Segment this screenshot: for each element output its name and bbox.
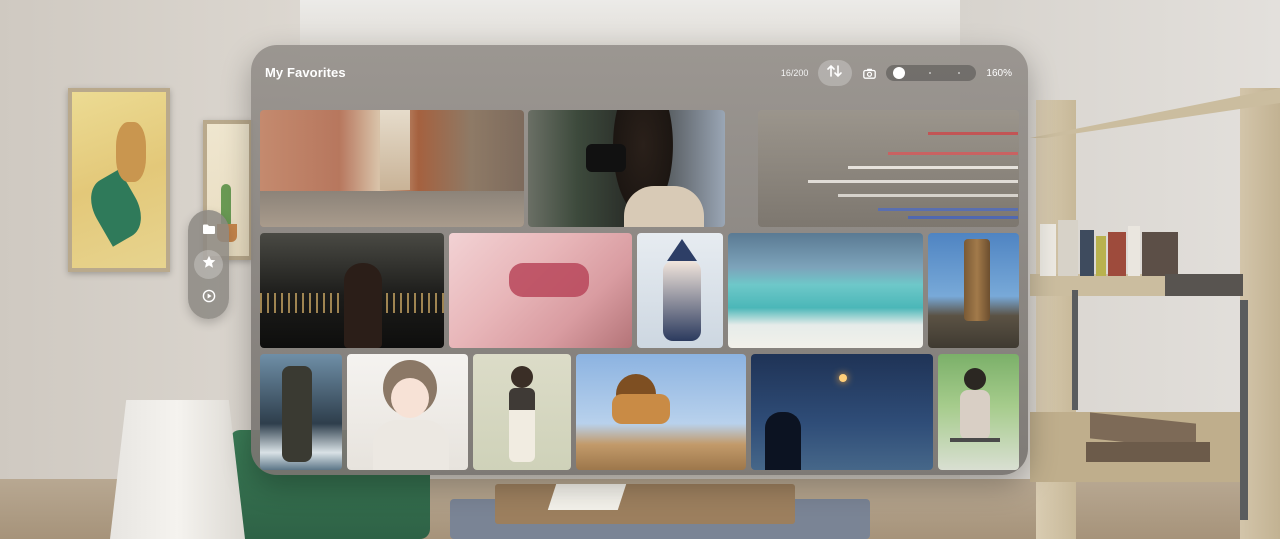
wall-art-large [68,88,170,272]
photo-girl-bicycle[interactable] [938,354,1019,470]
zoom-slider-knob[interactable] [893,67,906,79]
lamp [110,400,245,539]
photo-count: 16/200 [780,68,809,78]
photo-jets-airshow[interactable] [758,110,1019,227]
sort-button[interactable] [818,60,853,86]
folder-button[interactable] [194,216,223,245]
photo-photographer-camera[interactable] [528,110,725,227]
photo-night-city-silhouette[interactable] [260,233,444,348]
toolbar: 16/200 160% [781,59,1012,87]
sort-arrows-icon [827,64,843,83]
zoom-level: 160% [986,67,1012,79]
star-icon [202,255,216,274]
zoom-slider[interactable] [886,65,977,81]
camera-icon[interactable] [862,66,876,80]
photo-rock-pillar[interactable] [928,233,1019,348]
gallery-window: My Favorites 16/200 160% [251,45,1028,475]
photo-beach-ocean[interactable] [728,233,923,348]
slideshow-button[interactable] [194,284,223,313]
window-title: My Favorites [265,65,346,80]
play-circle-icon [202,289,216,308]
coffee-table [495,484,795,524]
navigation-ornament [188,210,229,319]
favorites-button[interactable] [194,250,223,279]
photo-anime-wizard[interactable] [637,233,723,348]
photo-anime-girl-street[interactable] [473,354,571,470]
photo-anime-girl-portrait[interactable] [347,354,468,470]
photo-lion[interactable] [576,354,746,470]
photo-street-alley[interactable] [260,110,524,227]
photo-sparkler-silhouette[interactable] [751,354,933,470]
folder-icon [202,222,216,240]
photo-love-necklace[interactable] [449,233,632,348]
photo-sea-stack[interactable] [260,354,342,470]
open-book [547,484,627,510]
